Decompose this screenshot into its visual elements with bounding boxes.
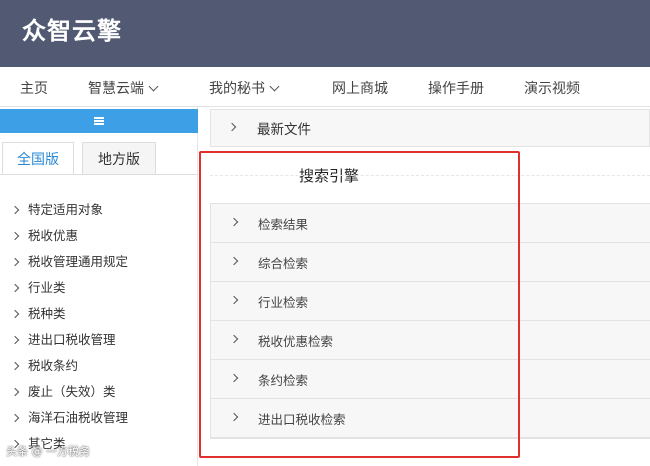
chevron-right-icon xyxy=(10,361,20,371)
chevron-right-icon xyxy=(10,309,20,319)
chevron-right-icon xyxy=(10,387,20,397)
sidebar-item[interactable]: 税收条约 xyxy=(10,355,78,374)
sidebar-item[interactable]: 税种类 xyxy=(10,303,66,322)
sidebar-item[interactable]: 税收管理通用规定 xyxy=(10,251,128,270)
sidebar-item[interactable]: 税收优惠 xyxy=(10,225,78,244)
chevron-down-icon xyxy=(269,81,280,92)
sidebar-item[interactable]: 海洋石油税收管理 xyxy=(10,407,128,426)
watermark: 头条 @ 一方税务 xyxy=(6,445,90,458)
chevron-down-icon xyxy=(148,81,159,92)
tab-national[interactable]: 全国版 xyxy=(2,142,74,175)
nav-shop[interactable]: 网上商城 xyxy=(332,78,388,98)
hamburger-icon xyxy=(94,117,104,125)
chevron-right-icon xyxy=(10,205,20,215)
sidebar-item[interactable]: 废止（失效）类 xyxy=(10,381,116,400)
chevron-right-icon xyxy=(10,283,20,293)
tab-local[interactable]: 地方版 xyxy=(82,142,156,175)
sidebar: 全国版 地方版 特定适用对象 税收优惠 税收管理通用规定 行业类 税种类 进出口… xyxy=(0,107,198,466)
chevron-right-icon xyxy=(227,122,237,132)
nav-secretary[interactable]: 我的秘书 xyxy=(209,78,280,98)
sidebar-item[interactable]: 行业类 xyxy=(10,277,66,296)
tab-divider xyxy=(0,174,198,175)
annotation-highlight-box xyxy=(199,151,520,458)
sidebar-item[interactable]: 特定适用对象 xyxy=(10,199,103,218)
latest-files-header[interactable]: 最新文件 xyxy=(210,109,650,147)
chevron-right-icon xyxy=(10,335,20,345)
nav-cloud[interactable]: 智慧云端 xyxy=(88,78,159,98)
nav-video[interactable]: 演示视频 xyxy=(524,78,580,98)
nav-manual[interactable]: 操作手册 xyxy=(428,78,484,98)
chevron-right-icon xyxy=(10,257,20,267)
chevron-right-icon xyxy=(10,413,20,423)
nav-home[interactable]: 主页 xyxy=(20,78,48,98)
main-nav: 主页 智慧云端 我的秘书 网上商城 操作手册 演示视频 xyxy=(0,67,650,107)
app-logo[interactable]: 众智云擎 xyxy=(22,11,122,46)
sidebar-item[interactable]: 进出口税收管理 xyxy=(10,329,116,348)
menu-toggle-button[interactable] xyxy=(0,109,198,133)
chevron-right-icon xyxy=(10,231,20,241)
top-header: 众智云擎 xyxy=(0,0,650,67)
